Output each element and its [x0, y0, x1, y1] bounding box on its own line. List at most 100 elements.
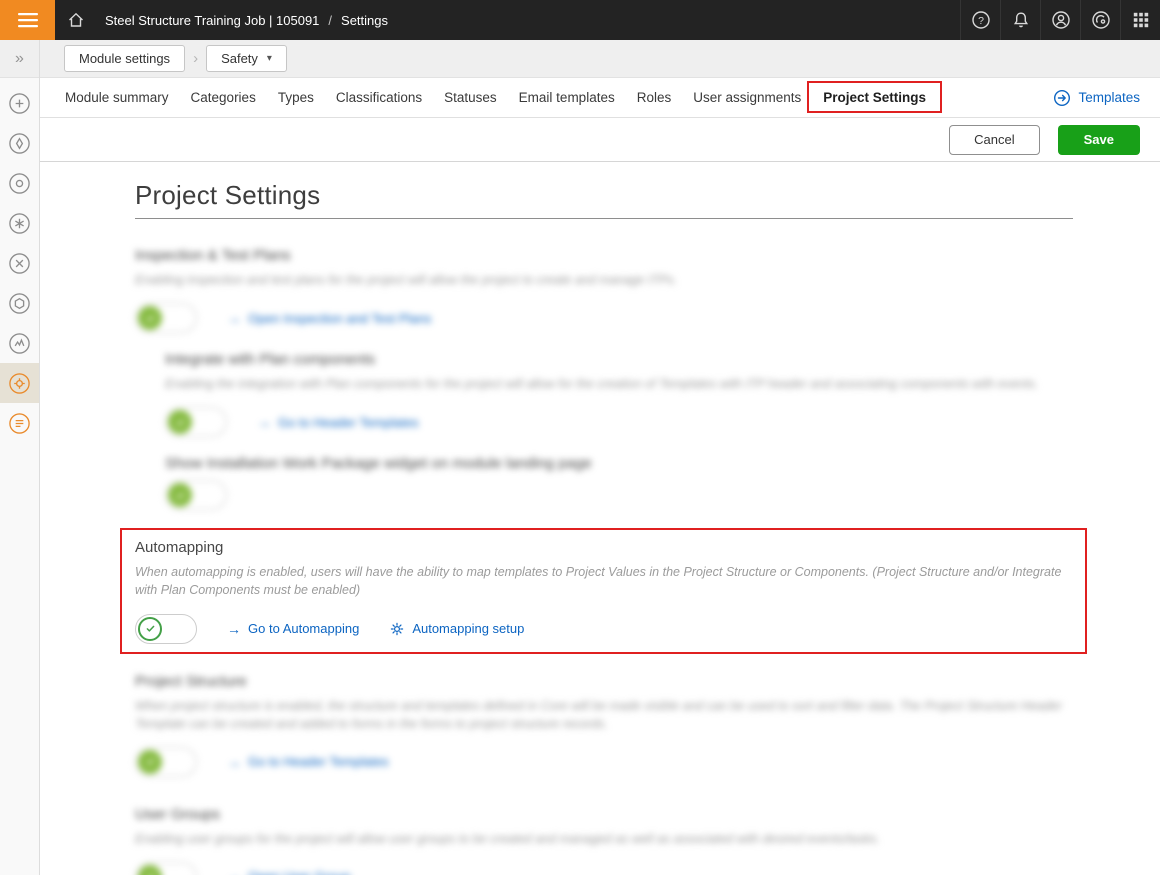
arrow-right-icon: →	[227, 870, 241, 875]
arrow-right-icon: →	[227, 755, 241, 769]
svg-text:?: ?	[978, 15, 984, 27]
caret-down-icon: ▾	[267, 53, 272, 64]
section-user-groups: User Groups Enabling user groups for the…	[135, 806, 1073, 875]
apps-grid-icon	[1132, 11, 1150, 29]
module-sidebar: »	[0, 40, 40, 875]
inspection-test-plans-toggle[interactable]	[135, 303, 197, 333]
sidebar-module-button-2[interactable]	[0, 123, 39, 163]
hamburger-icon	[18, 12, 38, 28]
sidebar-module-button-3[interactable]	[0, 163, 39, 203]
automapping-toggle[interactable]	[135, 614, 197, 644]
save-button[interactable]: Save	[1058, 125, 1140, 155]
section-title: User Groups	[135, 806, 1073, 823]
section-title: Inspection & Test Plans	[135, 247, 1073, 264]
breadcrumb-page: Settings	[341, 13, 388, 28]
iwp-widget-toggle[interactable]	[165, 480, 227, 510]
subsection-iwp-widget: Show Installation Work Package widget on…	[165, 455, 1073, 511]
module-icon	[8, 92, 31, 115]
home-icon	[66, 10, 86, 30]
user-groups-toggle[interactable]	[135, 862, 197, 875]
tab-project-settings[interactable]: Project Settings	[812, 78, 937, 118]
tab-statuses[interactable]: Statuses	[433, 78, 508, 118]
tab-roles[interactable]: Roles	[626, 78, 683, 118]
module-icon	[8, 332, 31, 355]
main-menu-button[interactable]	[0, 0, 55, 40]
section-title: Show Installation Work Package widget on…	[165, 455, 1073, 472]
go-to-header-templates-link[interactable]: → Go to Header Templates	[257, 415, 419, 430]
subsection-integrate-plan-components: Integrate with Plan components Enabling …	[165, 351, 1073, 438]
link-label: Open User Group	[248, 869, 351, 875]
link-label: Automapping setup	[412, 621, 524, 636]
tab-email-templates[interactable]: Email templates	[508, 78, 626, 118]
templates-link[interactable]: Templates	[1053, 89, 1140, 107]
sidebar-module-button-1[interactable]	[0, 83, 39, 123]
toggle-check-icon	[138, 750, 162, 774]
toggle-row	[165, 479, 1073, 511]
home-button[interactable]	[55, 0, 97, 40]
sidebar-module-button-4[interactable]	[0, 203, 39, 243]
arrow-right-icon: →	[227, 622, 241, 636]
section-title: Integrate with Plan components	[165, 351, 1073, 368]
module-icon	[8, 412, 31, 435]
page-header: Project Settings	[135, 180, 1073, 219]
account-button[interactable]	[1040, 0, 1080, 40]
gear-icon	[389, 621, 405, 637]
module-icon	[8, 292, 31, 315]
module-icon	[8, 372, 31, 395]
help-icon: ?	[971, 10, 991, 30]
breadcrumb: Steel Structure Training Job | 105091 / …	[105, 0, 388, 40]
brand-logo-button[interactable]	[1080, 0, 1120, 40]
tab-user-assignments[interactable]: User assignments	[682, 78, 812, 118]
tab-module-summary[interactable]: Module summary	[54, 78, 180, 118]
cancel-button[interactable]: Cancel	[949, 125, 1039, 155]
module-settings-breadcrumb-bar: Module settings › Safety ▾	[40, 40, 1160, 78]
help-button[interactable]: ?	[960, 0, 1000, 40]
breadcrumb-project[interactable]: Steel Structure Training Job | 105091	[105, 13, 319, 28]
integrate-plan-components-toggle[interactable]	[165, 407, 227, 437]
module-icon	[8, 212, 31, 235]
toggle-row: → Open User Group	[135, 861, 1073, 875]
project-structure-toggle[interactable]	[135, 747, 197, 777]
toggle-row: → Go to Header Templates	[135, 746, 1073, 778]
module-settings-chip[interactable]: Module settings	[64, 45, 185, 72]
section-description: Enabling inspection and test plans for t…	[135, 271, 1073, 289]
tab-classifications[interactable]: Classifications	[325, 78, 433, 118]
go-to-header-templates-link[interactable]: → Go to Header Templates	[227, 754, 389, 769]
section-automapping: Automapping When automapping is enabled,…	[135, 539, 1073, 644]
section-description: Enabling the integration with Plan compo…	[165, 375, 1073, 393]
toggle-check-icon	[138, 306, 162, 330]
notifications-button[interactable]	[1000, 0, 1040, 40]
sidebar-module-button-9[interactable]	[0, 403, 39, 443]
arrow-right-icon: →	[257, 415, 271, 429]
automapping-setup-link[interactable]: Automapping setup	[389, 621, 524, 637]
section-title: Project Structure	[135, 673, 1073, 690]
sidebar-module-button-8-active[interactable]	[0, 363, 39, 403]
toggle-row: → Go to Header Templates	[165, 406, 1073, 438]
page-title: Project Settings	[135, 180, 1073, 211]
module-icon	[8, 172, 31, 195]
sidebar-expand-button[interactable]: »	[0, 40, 39, 78]
section-project-structure: Project Structure When project structure…	[135, 673, 1073, 778]
toggle-row: → Go to Automapping Automapping setup	[135, 613, 1073, 645]
module-icon	[8, 252, 31, 275]
apps-grid-button[interactable]	[1120, 0, 1160, 40]
templates-link-label: Templates	[1078, 90, 1140, 105]
open-inspection-test-plans-link[interactable]: → Open Inspection and Test Plans	[227, 311, 431, 326]
topbar-actions: ?	[960, 0, 1160, 40]
check-circle-icon	[138, 617, 162, 641]
link-label: Go to Automapping	[248, 621, 359, 636]
link-label: Go to Header Templates	[278, 415, 419, 430]
module-select-dropdown[interactable]: Safety ▾	[206, 45, 287, 72]
section-inspection-test-plans: Inspection & Test Plans Enabling inspect…	[135, 247, 1073, 511]
tab-types[interactable]: Types	[267, 78, 325, 118]
sidebar-module-button-5[interactable]	[0, 243, 39, 283]
settings-content: Project Settings Inspection & Test Plans…	[40, 162, 1160, 875]
open-user-group-link[interactable]: → Open User Group	[227, 869, 351, 875]
tab-categories[interactable]: Categories	[180, 78, 267, 118]
go-to-automapping-link[interactable]: → Go to Automapping	[227, 621, 359, 636]
top-navigation-bar: Steel Structure Training Job | 105091 / …	[0, 0, 1160, 40]
sidebar-module-button-6[interactable]	[0, 283, 39, 323]
sidebar-module-button-7[interactable]	[0, 323, 39, 363]
section-description: When automapping is enabled, users will …	[135, 563, 1073, 599]
account-icon	[1051, 10, 1071, 30]
